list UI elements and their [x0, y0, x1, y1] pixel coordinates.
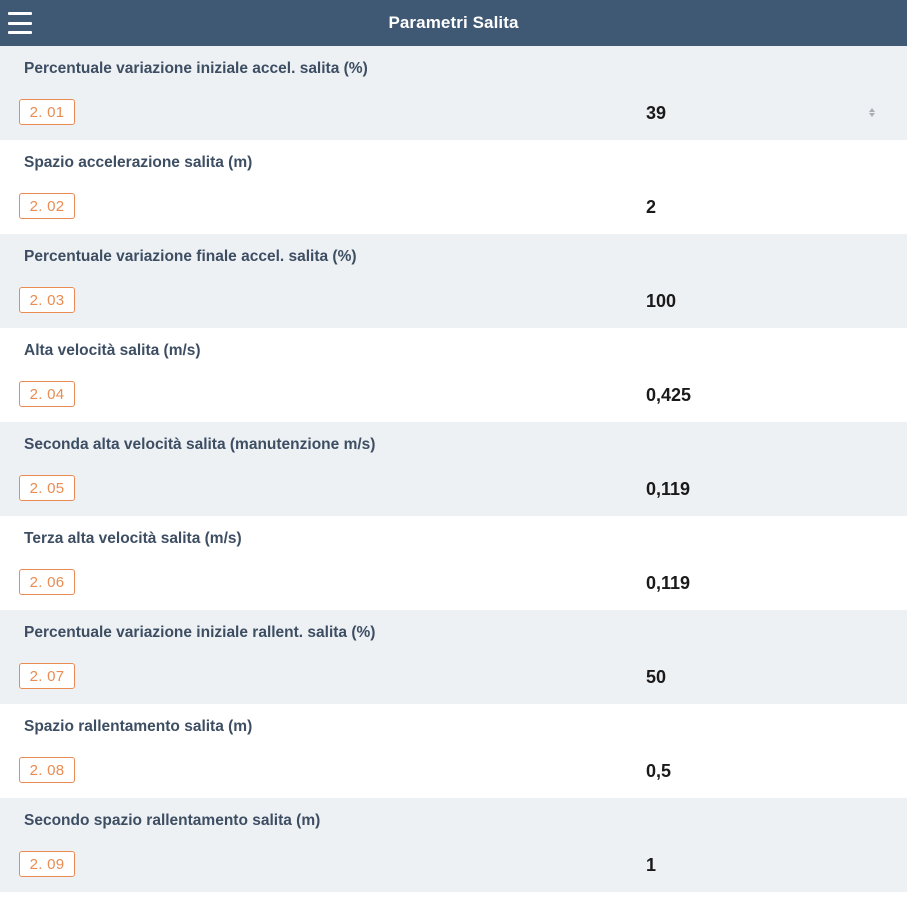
parameter-label: Percentuale variazione iniziale rallent.…	[24, 624, 376, 641]
parameter-label: Percentuale variazione finale accel. sal…	[24, 248, 357, 265]
parameter-row: Spazio rallentamento salita (m) 2. 08 0,…	[0, 704, 907, 798]
app-screen: Parametri Salita Percentuale variazione …	[0, 0, 907, 900]
parameter-row: Percentuale variazione iniziale rallent.…	[0, 610, 907, 704]
parameter-value-field[interactable]: 1	[646, 855, 656, 876]
stepper-down-arrow-icon	[869, 113, 875, 117]
hamburger-menu-icon[interactable]	[8, 12, 32, 34]
parameter-value-field[interactable]: 0,5	[646, 761, 671, 782]
parameter-code-badge: 2. 07	[19, 663, 75, 689]
parameter-label: Spazio rallentamento salita (m)	[24, 718, 253, 735]
parameter-code-badge: 2. 05	[19, 475, 75, 501]
parameter-label: Seconda alta velocità salita (manutenzio…	[24, 436, 376, 453]
parameter-row: Percentuale variazione iniziale accel. s…	[0, 46, 907, 140]
top-bar: Parametri Salita	[0, 0, 907, 46]
parameter-row: Terza alta velocità salita (m/s) 2. 06 0…	[0, 516, 907, 610]
parameter-value-field[interactable]: 0,425	[646, 385, 691, 406]
parameter-code-badge: 2. 06	[19, 569, 75, 595]
parameter-label: Alta velocità salita (m/s)	[24, 342, 201, 359]
parameter-list: Percentuale variazione iniziale accel. s…	[0, 46, 907, 892]
parameter-row: Secondo spazio rallentamento salita (m) …	[0, 798, 907, 892]
parameter-value-field[interactable]: 0,119	[646, 573, 690, 594]
parameter-code-badge: 2. 01	[19, 99, 75, 125]
parameter-value-field[interactable]: 0,119	[646, 479, 690, 500]
stepper-up-arrow-icon	[869, 108, 875, 112]
parameter-label: Secondo spazio rallentamento salita (m)	[24, 812, 321, 829]
parameter-row: Percentuale variazione finale accel. sal…	[0, 234, 907, 328]
parameter-row: Spazio accelerazione salita (m) 2. 02 2	[0, 140, 907, 234]
menu-line	[8, 21, 32, 25]
menu-line	[8, 31, 32, 34]
stepper-arrows-icon[interactable]	[868, 106, 876, 119]
parameter-value-field[interactable]: 50	[646, 667, 666, 688]
parameter-code-badge: 2. 02	[19, 193, 75, 219]
parameter-value-field[interactable]: 2	[646, 197, 656, 218]
parameter-value-field[interactable]: 39	[646, 103, 666, 124]
parameter-code-badge: 2. 09	[19, 851, 75, 877]
menu-line	[8, 12, 32, 15]
parameter-code-badge: 2. 03	[19, 287, 75, 313]
parameter-value-field[interactable]: 100	[646, 291, 676, 312]
parameter-label: Spazio accelerazione salita (m)	[24, 154, 253, 171]
parameter-row: Alta velocità salita (m/s) 2. 04 0,425	[0, 328, 907, 422]
parameter-label: Terza alta velocità salita (m/s)	[24, 530, 242, 547]
parameter-code-badge: 2. 04	[19, 381, 75, 407]
parameter-code-badge: 2. 08	[19, 757, 75, 783]
page-title: Parametri Salita	[388, 13, 519, 32]
parameter-row: Seconda alta velocità salita (manutenzio…	[0, 422, 907, 516]
parameter-label: Percentuale variazione iniziale accel. s…	[24, 60, 368, 77]
